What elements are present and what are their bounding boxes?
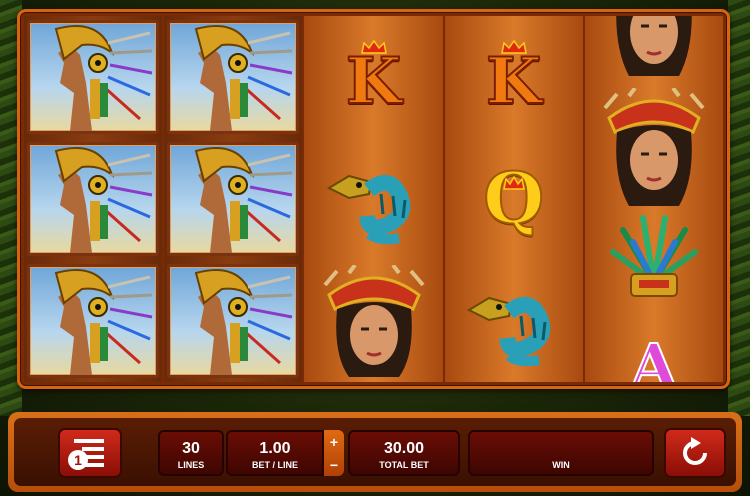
warrior-portrait xyxy=(27,20,160,134)
reels-area: K K Q A xyxy=(24,16,724,383)
headdress-icon xyxy=(609,215,698,297)
symbol-king: K xyxy=(445,16,583,138)
lines-label: LINES xyxy=(177,460,205,470)
serpent-icon xyxy=(326,174,410,244)
win-field: WIN xyxy=(468,430,654,476)
symbol-warrior xyxy=(164,16,302,138)
symbol-priestess-partial xyxy=(585,16,723,76)
symbol-warrior xyxy=(164,138,302,260)
lines-field[interactable]: 30 LINES xyxy=(158,430,224,476)
win-value xyxy=(470,440,652,458)
paytable-icon: 1 xyxy=(68,439,104,470)
win-label: WIN xyxy=(552,460,570,470)
reel-1 xyxy=(24,16,163,382)
bet-per-line-value: 1.00 xyxy=(259,440,291,457)
symbol-queen: Q xyxy=(445,138,583,260)
reel-4: K Q xyxy=(444,16,583,382)
bet-stepper: + − xyxy=(324,430,344,476)
letter-a: A xyxy=(629,330,679,383)
crown-icon xyxy=(502,176,525,190)
warrior-portrait xyxy=(167,20,300,134)
jungle-right-decoration xyxy=(728,0,750,416)
total-bet-label: TOTAL BET xyxy=(379,460,429,470)
bet-per-line-label: BET / LINE xyxy=(251,460,298,470)
paytable-button[interactable]: 1 xyxy=(58,428,122,478)
symbol-king: K xyxy=(304,16,442,138)
reel-5: A xyxy=(584,16,724,383)
symbol-serpent xyxy=(304,138,442,260)
symbol-ace-partial: A xyxy=(585,330,723,383)
warrior-portrait xyxy=(27,264,160,378)
priestess-portrait xyxy=(322,265,425,377)
symbol-headdress xyxy=(585,212,723,312)
letter-q: Q xyxy=(482,157,545,240)
symbol-warrior xyxy=(24,138,162,260)
symbol-priestess xyxy=(585,88,723,206)
paytable-badge: 1 xyxy=(74,452,82,468)
control-panel: 1 30 LINES 1.00 BET / LINE + − 30.00 TOT… xyxy=(8,412,742,492)
letter-k: K xyxy=(485,44,543,119)
bet-increase-button[interactable]: + xyxy=(324,430,344,453)
spin-arrow-icon xyxy=(683,437,707,465)
symbol-warrior xyxy=(24,260,162,382)
total-bet-value: 30.00 xyxy=(383,440,425,457)
symbol-serpent xyxy=(445,260,583,382)
reel-frame: K K Q A xyxy=(17,9,730,389)
warrior-portrait xyxy=(27,142,160,256)
symbol-warrior xyxy=(24,16,162,138)
reel-3: K xyxy=(304,16,443,382)
priestess-portrait xyxy=(616,16,692,76)
symbol-warrior xyxy=(164,260,302,382)
spin-button[interactable] xyxy=(664,428,726,478)
total-bet-field: 30.00 TOTAL BET xyxy=(348,430,460,476)
symbol-priestess xyxy=(304,260,442,382)
lines-value: 30 xyxy=(182,440,200,457)
letter-k: K xyxy=(345,44,403,119)
serpent-icon xyxy=(466,296,550,366)
bet-decrease-button[interactable]: − xyxy=(324,453,344,476)
warrior-portrait xyxy=(167,264,300,378)
bet-per-line-field[interactable]: 1.00 BET / LINE xyxy=(226,430,324,476)
priestess-portrait xyxy=(603,88,705,206)
reel-2 xyxy=(164,16,303,382)
warrior-portrait xyxy=(167,142,300,256)
